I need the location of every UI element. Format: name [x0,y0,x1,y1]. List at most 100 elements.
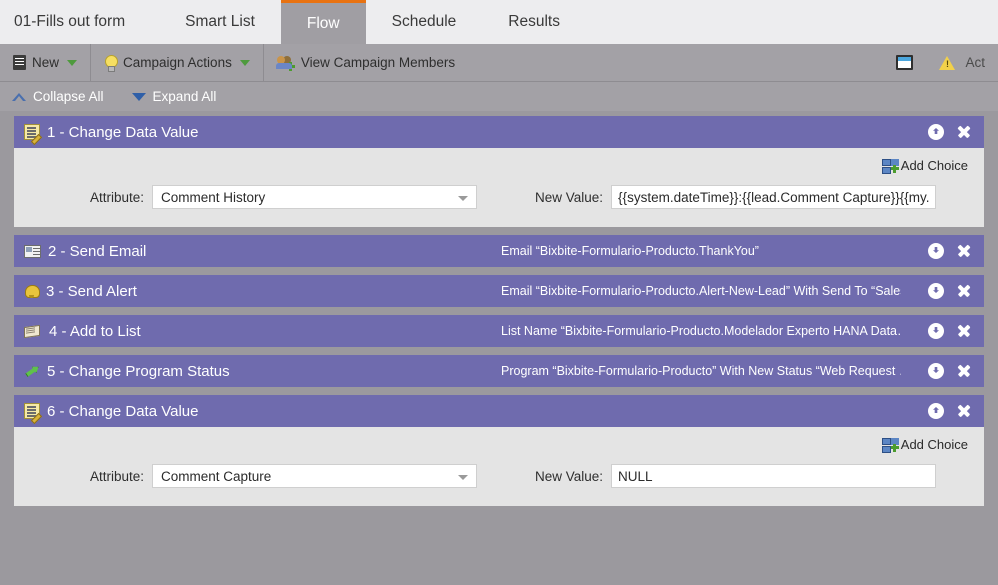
step-header-4[interactable]: 4 - Add to List List Name “Bixbite-Formu… [14,315,984,347]
view-campaign-members-button[interactable]: View Campaign Members [264,44,468,82]
change-data-value-icon [24,124,40,140]
step-field-row: Attribute: Comment Capture New Value: NU… [26,464,972,488]
expand-all-button[interactable]: Expand All [131,89,217,104]
step-header-2[interactable]: 2 - Send Email Email “Bixbite-Formulario… [14,235,984,267]
step-actions [928,243,976,259]
add-choice-label: Add Choice [900,437,968,452]
expand-all-label: Expand All [152,89,217,104]
step-body-6: Add Choice Attribute: Comment Capture Ne… [14,427,984,506]
activity-warning[interactable]: Act [926,44,998,82]
step-title: 5 - Change Program Status [47,362,230,380]
collapse-all-button[interactable]: Collapse All [12,89,104,104]
bell-icon [24,284,40,299]
tab-label: Flow [306,14,340,32]
program-status-icon [24,364,40,379]
circle-down-arrow-icon[interactable] [928,243,944,259]
flow-step: 1 - Change Data Value Add Choice Attribu… [14,116,984,227]
attribute-select[interactable]: Comment Capture [152,464,477,488]
step-actions [928,363,976,379]
window-view-button[interactable] [883,44,926,82]
step-title: 4 - Add to List [49,322,141,340]
campaign-actions-button[interactable]: Campaign Actions [91,44,263,82]
step-header-1[interactable]: 1 - Change Data Value [14,116,984,148]
close-icon[interactable] [956,124,972,140]
step-description: Email “Bixbite-Formulario-Producto.Alert… [501,284,901,298]
add-choice-button[interactable]: Add Choice [881,158,968,174]
new-value-label: New Value: [535,468,604,484]
tab-schedule[interactable]: Schedule [366,0,483,44]
change-data-value-icon [24,403,40,419]
tab-results[interactable]: Results [482,0,586,44]
view-campaign-members-label: View Campaign Members [300,55,456,70]
new-value-input[interactable]: {{system.dateTime}}:{{lead.Comment Captu… [611,185,937,209]
step-actions [928,124,976,140]
new-button-label: New [32,55,60,70]
close-icon[interactable] [956,243,972,259]
close-icon[interactable] [956,283,972,299]
chevron-up-icon [12,92,26,101]
add-to-list-icon [24,324,42,339]
close-icon[interactable] [956,403,972,419]
add-choice-button[interactable]: Add Choice [881,437,968,453]
flow-step: 5 - Change Program Status Program “Bixbi… [14,355,984,387]
add-choice-icon [881,437,899,453]
step-description: Program “Bixbite-Formulario-Producto” Wi… [501,364,901,378]
new-document-icon [13,55,26,70]
flow-step: 2 - Send Email Email “Bixbite-Formulario… [14,235,984,267]
collapse-all-label: Collapse All [33,89,104,104]
campaign-tab-bar: 01-Fills out form Smart List Flow Schedu… [0,0,998,44]
close-icon[interactable] [956,363,972,379]
tab-label: Smart List [185,13,255,30]
attribute-value: Comment History [161,189,266,205]
circle-down-arrow-icon[interactable] [928,323,944,339]
new-button[interactable]: New [0,44,90,82]
step-header-5[interactable]: 5 - Change Program Status Program “Bixbi… [14,355,984,387]
warning-label: Act [965,55,985,70]
collapse-expand-bar: Collapse All Expand All [0,82,998,111]
warning-triangle-icon [939,55,956,70]
circle-down-arrow-icon[interactable] [928,363,944,379]
step-header-6[interactable]: 6 - Change Data Value [14,395,984,427]
new-value-input[interactable]: NULL [611,464,937,488]
step-actions [928,403,976,419]
step-actions [928,283,976,299]
add-choice-row: Add Choice [26,437,972,453]
tab-01-fills-out-form[interactable]: 01-Fills out form [0,0,159,44]
new-value-text: NULL [618,468,653,484]
flow-step: 4 - Add to List List Name “Bixbite-Formu… [14,315,984,347]
attribute-select[interactable]: Comment History [152,185,477,209]
add-choice-row: Add Choice [26,158,972,174]
chevron-down-icon [131,92,146,101]
step-description: List Name “Bixbite-Formulario-Producto.M… [501,324,901,338]
chevron-down-icon [67,59,78,66]
new-value-text: {{system.dateTime}}:{{lead.Comment Captu… [618,189,930,205]
step-title: 1 - Change Data Value [47,123,199,141]
flow-step: 6 - Change Data Value Add Choice Attribu… [14,395,984,506]
tab-smart-list[interactable]: Smart List [159,0,281,44]
circle-down-arrow-icon[interactable] [928,283,944,299]
lightbulb-icon [104,55,119,72]
step-field-row: Attribute: Comment History New Value: {{… [26,185,972,209]
add-choice-icon [881,158,899,174]
step-title: 6 - Change Data Value [47,402,199,420]
attribute-label: Attribute: [89,468,144,484]
attribute-value: Comment Capture [161,468,272,484]
campaign-actions-label: Campaign Actions [123,55,232,70]
tab-flow[interactable]: Flow [280,0,366,44]
chevron-down-icon [458,475,468,480]
circle-up-arrow-icon[interactable] [928,403,944,419]
step-header-3[interactable]: 3 - Send Alert Email “Bixbite-Formulario… [14,275,984,307]
tab-label: Results [508,13,560,30]
new-value-label: New Value: [535,189,604,205]
step-actions [928,323,976,339]
add-choice-label: Add Choice [900,158,968,173]
tab-label: Schedule [391,13,457,30]
tab-label: 01-Fills out form [14,13,126,30]
main-toolbar: New Campaign Actions View Campaign Membe… [0,43,998,82]
circle-up-arrow-icon[interactable] [928,124,944,140]
toolbar-right-group: Act [883,44,998,82]
flow-steps-container: 1 - Change Data Value Add Choice Attribu… [0,111,998,585]
email-icon [24,244,41,258]
step-description: Email “Bixbite-Formulario-Producto.Thank… [501,244,759,258]
close-icon[interactable] [956,323,972,339]
